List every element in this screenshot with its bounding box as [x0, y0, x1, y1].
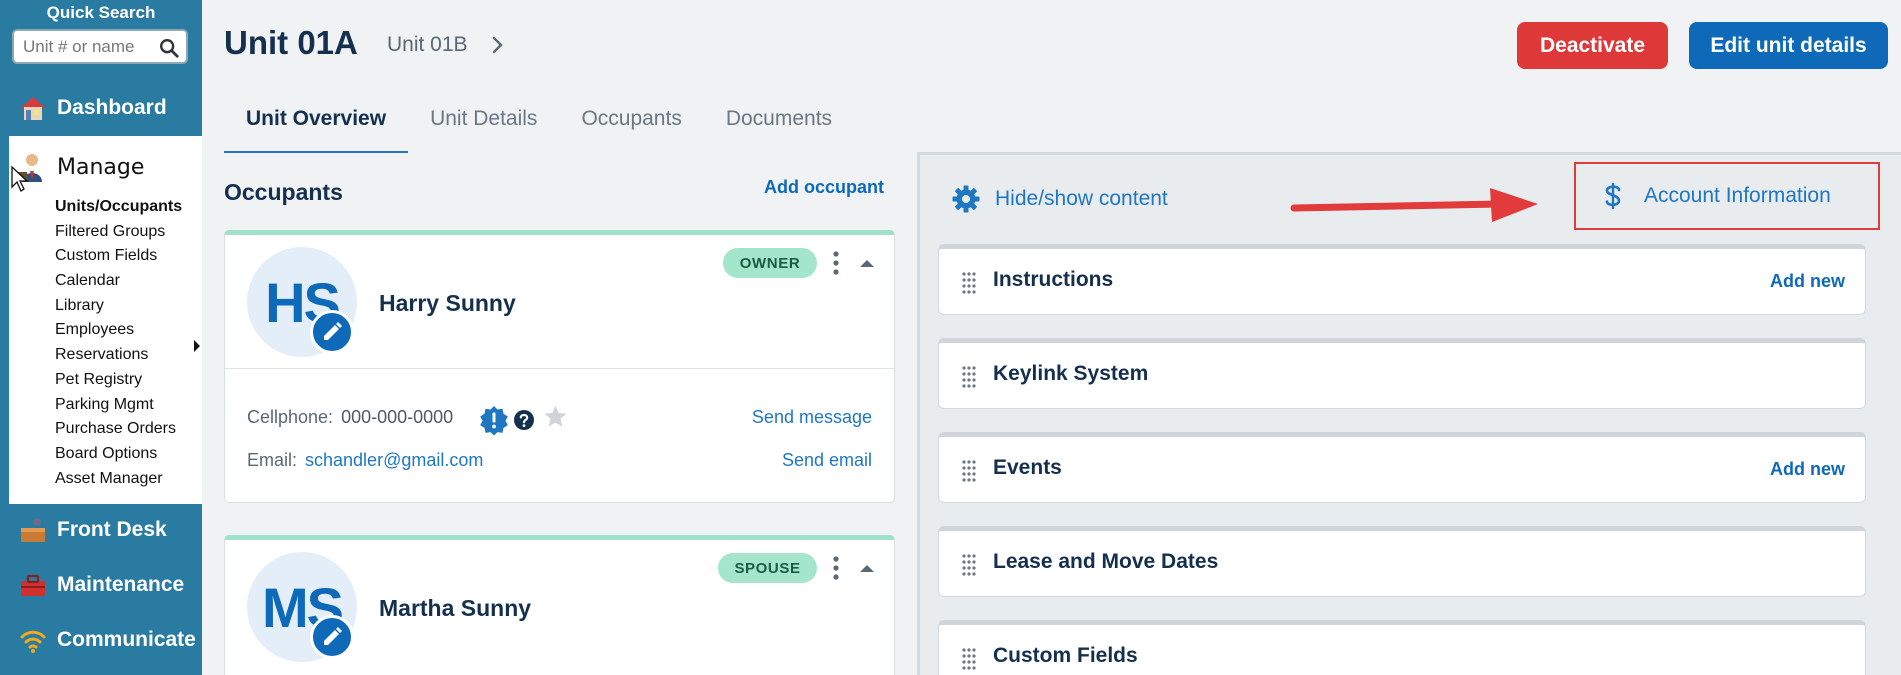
edit-occupant-button[interactable] — [310, 615, 354, 659]
search-icon[interactable] — [158, 37, 180, 59]
occupant-name: Harry Sunny — [379, 290, 516, 316]
nav-dashboard[interactable]: Dashboard — [0, 82, 202, 134]
edit-unit-details-button[interactable]: Edit unit details — [1689, 22, 1888, 69]
manage-label: Manage — [57, 154, 145, 180]
nav-label: Dashboard — [57, 96, 167, 119]
manage-item-reservations[interactable]: Reservations — [55, 343, 182, 368]
nav-label: Communicate — [57, 628, 196, 651]
manage-item-calendar[interactable]: Calendar — [55, 269, 182, 294]
help-icon[interactable] — [513, 409, 535, 431]
drag-handle-icon[interactable] — [961, 459, 977, 483]
drag-handle-icon[interactable] — [961, 271, 977, 295]
hide-show-content-button[interactable]: Hide/show content — [951, 184, 1168, 214]
manage-item-purchase-orders[interactable]: Purchase Orders — [55, 417, 182, 442]
email-value-link[interactable]: schandler@gmail.com — [305, 450, 483, 470]
role-badge: OWNER — [723, 248, 817, 278]
mouse-cursor-icon — [11, 166, 29, 192]
edit-occupant-button[interactable] — [310, 310, 354, 354]
manage-item-filtered-groups[interactable]: Filtered Groups — [55, 220, 182, 245]
collapse-caret-icon[interactable] — [859, 563, 875, 573]
nav-label: Maintenance — [57, 573, 185, 596]
cellphone-label: Cellphone: — [247, 407, 334, 427]
pencil-icon — [324, 322, 342, 340]
occupant-name: Martha Sunny — [379, 595, 532, 621]
panel-card-instructions: Instructions Add new — [938, 244, 1866, 315]
panel-card-title: Events — [993, 456, 1062, 479]
deactivate-button[interactable]: Deactivate — [1517, 22, 1668, 69]
drag-handle-icon[interactable] — [961, 647, 977, 671]
role-badge: SPOUSE — [718, 553, 817, 583]
panel-card-title: Custom Fields — [993, 644, 1138, 667]
more-options-icon[interactable] — [830, 555, 842, 581]
nav-manage[interactable]: Manage — [9, 150, 144, 184]
account-information-button[interactable]: Account Information — [1574, 162, 1880, 230]
alert-badge-icon[interactable] — [479, 405, 509, 435]
active-item-caret-icon — [194, 340, 200, 352]
tab-unit-overview[interactable]: Unit Overview — [224, 100, 409, 153]
email-label: Email: — [247, 450, 298, 470]
more-options-icon[interactable] — [830, 250, 842, 276]
cellphone-value: 000-000-0000 — [341, 407, 454, 427]
tab-unit-details[interactable]: Unit Details — [408, 100, 559, 153]
toolbox-icon — [21, 574, 45, 596]
nav-maintenance[interactable]: Maintenance — [0, 559, 202, 611]
house-icon — [21, 97, 45, 120]
add-occupant-link[interactable]: Add occupant — [764, 177, 884, 198]
drag-handle-icon[interactable] — [961, 553, 977, 577]
collapse-caret-icon[interactable] — [859, 258, 875, 268]
account-information-label: Account Information — [1644, 184, 1831, 207]
panel-card-custom-fields: Custom Fields — [938, 620, 1866, 675]
tab-bar: Unit Overview Unit Details Occupants Doc… — [224, 100, 854, 153]
front-desk-icon — [21, 518, 45, 542]
star-icon[interactable] — [543, 404, 568, 429]
occupant-card: HS Harry Sunny OWNER Cellphone: 000-000-0… — [224, 230, 895, 503]
cellphone-row: Cellphone: 000-000-0000 — [247, 407, 453, 428]
manage-item-units-occupants[interactable]: Units/Occupants — [55, 195, 182, 220]
panel-card-lease-and-move-dates: Lease and Move Dates — [938, 526, 1866, 597]
occupants-heading: Occupants — [224, 179, 343, 205]
panel-card-title: Keylink System — [993, 362, 1149, 385]
send-email-link[interactable]: Send email — [782, 450, 872, 471]
nav-label: Front Desk — [57, 518, 167, 541]
page-title: Unit 01A — [224, 24, 358, 61]
tab-documents[interactable]: Documents — [704, 100, 854, 153]
send-message-link[interactable]: Send message — [752, 407, 872, 428]
wifi-icon — [20, 630, 46, 653]
panel-card-title: Instructions — [993, 268, 1114, 291]
next-unit-link[interactable]: Unit 01B — [387, 33, 468, 57]
manage-item-employees[interactable]: Employees — [55, 318, 182, 343]
gear-icon — [952, 185, 980, 213]
sidebar: Quick Search Dashboard Manage Units — [0, 0, 202, 675]
manage-submenu: Units/Occupants Filtered Groups Custom F… — [55, 195, 182, 491]
manage-item-library[interactable]: Library — [55, 294, 182, 319]
occupant-card: MS Martha Sunny SPOUSE — [224, 535, 895, 675]
manage-item-asset-manager[interactable]: Asset Manager — [55, 467, 182, 492]
annotation-arrow-icon — [1290, 188, 1538, 222]
drag-handle-icon[interactable] — [961, 365, 977, 389]
pencil-icon — [324, 627, 342, 645]
email-row: Email: schandler@gmail.com — [247, 450, 483, 471]
add-event-link[interactable]: Add new — [1770, 459, 1845, 480]
panel-card-events: Events Add new — [938, 432, 1866, 503]
nav-communicate[interactable]: Communicate — [0, 614, 202, 666]
dollar-icon — [1605, 183, 1621, 209]
quick-search-input[interactable] — [14, 31, 154, 62]
divider — [225, 368, 894, 369]
manage-item-custom-fields[interactable]: Custom Fields — [55, 244, 182, 269]
panel-card-title: Lease and Move Dates — [993, 550, 1219, 573]
manage-item-pet-registry[interactable]: Pet Registry — [55, 368, 182, 393]
quick-search-box — [12, 29, 188, 64]
quick-search-title: Quick Search — [46, 3, 156, 22]
nav-front-desk[interactable]: Front Desk — [0, 504, 202, 556]
manage-section: Manage Units/Occupants Filtered Groups C… — [9, 136, 202, 504]
chevron-right-icon[interactable] — [490, 34, 506, 56]
panel-card-keylink-system: Keylink System — [938, 338, 1866, 409]
add-instruction-link[interactable]: Add new — [1770, 271, 1845, 292]
manage-item-parking-mgmt[interactable]: Parking Mgmt — [55, 393, 182, 418]
manage-item-board-options[interactable]: Board Options — [55, 442, 182, 467]
hide-show-label: Hide/show content — [995, 187, 1168, 210]
tab-occupants[interactable]: Occupants — [559, 100, 703, 153]
